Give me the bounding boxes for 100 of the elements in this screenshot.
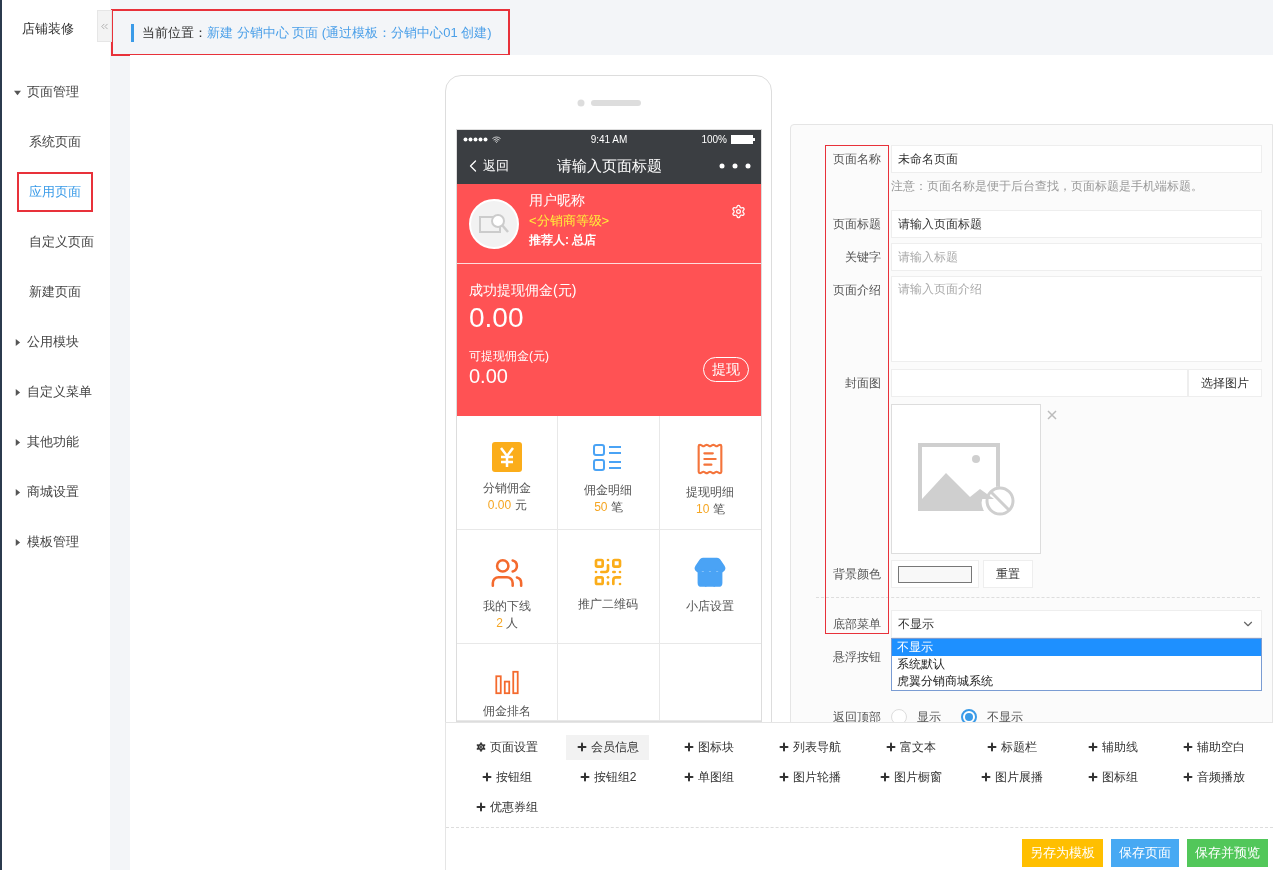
- wifi-icon: [492, 134, 501, 144]
- plus-icon: [683, 771, 695, 783]
- field-label: 返回顶部: [833, 709, 881, 726]
- plus-icon: [683, 741, 695, 753]
- module-button[interactable]: 按钮组2: [568, 764, 647, 790]
- caret-down-icon: [14, 88, 21, 96]
- sidebar-group[interactable]: 自定义菜单: [2, 381, 94, 403]
- menu-tile[interactable]: 佣金明细 50 笔: [558, 416, 660, 530]
- caret-right-icon: [14, 538, 21, 546]
- sidebar-item[interactable]: 系统页面: [17, 122, 93, 162]
- plus-icon: [475, 801, 487, 813]
- field-label: 悬浮按钮: [833, 649, 881, 666]
- field-note: 注意：页面名称是便于后台查找，页面标题是手机端标题。: [891, 178, 1204, 195]
- module-button[interactable]: 按钮组: [471, 764, 542, 790]
- caret-right-icon: [14, 338, 21, 346]
- nickname: 用户昵称: [529, 192, 586, 210]
- plus-icon: [1087, 741, 1099, 753]
- module-button[interactable]: 图片展播: [970, 764, 1053, 790]
- module-button[interactable]: 标题栏: [976, 734, 1047, 760]
- module-button[interactable]: 音频播放: [1172, 764, 1255, 790]
- caret-right-icon: [14, 388, 21, 396]
- plus-icon: [885, 741, 897, 753]
- store-icon: [693, 556, 728, 590]
- plus-icon: [578, 771, 591, 783]
- breadcrumb-label: 当前位置：: [131, 23, 207, 42]
- module-button[interactable]: 单图组: [673, 764, 744, 790]
- menu-tile[interactable]: 提现明细 10 笔: [659, 416, 761, 530]
- module-button[interactable]: 优惠券组: [465, 794, 548, 820]
- select-field[interactable]: 不显示: [891, 610, 1262, 638]
- available-label: 可提现佣金(元): [469, 348, 549, 365]
- bar-chart-icon: [493, 670, 522, 695]
- sidebar-group[interactable]: 页面管理: [2, 81, 81, 103]
- plus-icon: [980, 771, 992, 783]
- caret-right-icon: [14, 488, 21, 496]
- settings-icon: [475, 741, 487, 753]
- member-level: <分销商等级>: [529, 212, 610, 230]
- field-label: 底部菜单: [833, 616, 881, 633]
- battery-icon: [731, 134, 755, 144]
- no-image-icon: [916, 441, 1016, 517]
- field-label: 关键字: [845, 249, 881, 266]
- referrer: 推荐人: 总店: [529, 232, 598, 249]
- close-icon[interactable]: [1047, 410, 1057, 420]
- radio-label: 显示: [917, 708, 941, 726]
- color-picker[interactable]: [891, 560, 979, 588]
- settings-icon[interactable]: [731, 204, 746, 219]
- field-label: 页面介绍: [833, 282, 881, 299]
- sidebar-group[interactable]: 其他功能: [2, 431, 81, 453]
- more-icon[interactable]: [719, 163, 751, 169]
- available-amount: 0.00: [469, 365, 508, 388]
- radio-label: 不显示: [987, 708, 1023, 726]
- sidebar-title: 店铺装修: [22, 21, 74, 36]
- text-field[interactable]: 未命名页面: [891, 145, 1262, 173]
- withdrawn-amount: 0.00: [469, 302, 524, 334]
- module-button[interactable]: 图片轮播: [768, 764, 851, 790]
- module-button[interactable]: 辅助线: [1077, 734, 1148, 760]
- text-field[interactable]: 请输入页面标题: [891, 210, 1262, 238]
- plus-icon: [986, 741, 998, 753]
- plus-icon: [576, 741, 588, 753]
- module-button[interactable]: 列表导航: [768, 734, 851, 760]
- sidebar-item[interactable]: 新建页面: [17, 272, 93, 312]
- plus-icon: [481, 771, 493, 783]
- text-field[interactable]: 请输入标题: [891, 243, 1262, 271]
- back-link[interactable]: 返回: [463, 156, 557, 176]
- menu-tile[interactable]: 我的下线 2 人: [457, 530, 559, 644]
- battery-level: 100%: [701, 133, 727, 145]
- sidebar-group[interactable]: 模板管理: [2, 531, 81, 553]
- plus-icon: [778, 771, 790, 783]
- module-button[interactable]: 富文本: [875, 734, 946, 760]
- plus-icon: [879, 771, 891, 783]
- plus-icon: [1182, 771, 1194, 783]
- menu-tile[interactable]: 小店设置: [659, 530, 761, 644]
- module-button[interactable]: 图标块: [673, 734, 744, 760]
- users-icon: [490, 556, 525, 590]
- reset-button[interactable]: 重置: [983, 560, 1033, 588]
- module-button[interactable]: 页面设置: [465, 734, 548, 760]
- yen-icon: [492, 442, 523, 472]
- plus-icon: [778, 741, 790, 753]
- caret-right-icon: [14, 438, 21, 446]
- menu-tile[interactable]: 分销佣金 0.00 元: [457, 416, 559, 530]
- status-time: 9:41 AM: [590, 133, 628, 145]
- sidebar-group[interactable]: 公用模块: [2, 331, 81, 353]
- signal-icon: [463, 136, 489, 142]
- speaker-icon: [576, 98, 641, 107]
- field-label: 页面名称: [833, 151, 881, 168]
- choose-image-button[interactable]: 选择图片: [1188, 369, 1262, 397]
- page-title: 请输入页面标题: [556, 156, 662, 176]
- module-button[interactable]: 图片橱窗: [869, 764, 952, 790]
- sidebar-item[interactable]: 自定义页面: [17, 222, 106, 262]
- textarea-field[interactable]: 请输入页面介绍: [891, 276, 1262, 362]
- module-button[interactable]: 辅助空白: [1172, 734, 1255, 760]
- avatar-image-icon: [479, 211, 509, 236]
- menu-tile[interactable]: 推广二维码: [558, 530, 660, 644]
- plus-icon: [1182, 741, 1194, 753]
- module-button[interactable]: 会员信息: [566, 734, 649, 760]
- field-label: 封面图: [845, 375, 881, 392]
- menu-tile[interactable]: 佣金排名: [457, 644, 559, 721]
- module-button[interactable]: 图标组: [1077, 764, 1148, 790]
- sidebar-group[interactable]: 商城设置: [2, 481, 81, 503]
- withdrawn-label: 成功提现佣金(元): [469, 282, 577, 300]
- field-label: 背景颜色: [833, 566, 881, 583]
